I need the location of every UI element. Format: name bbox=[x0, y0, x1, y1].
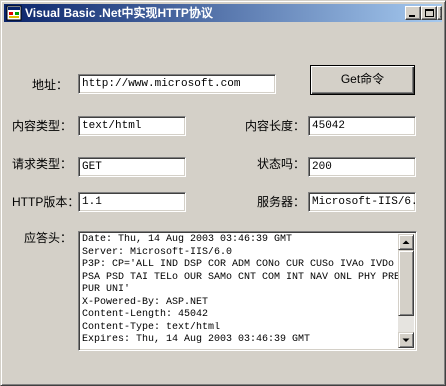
content-type-field[interactable]: text/html bbox=[78, 116, 186, 136]
arrow-up-icon bbox=[402, 240, 410, 244]
title-bar[interactable]: Visual Basic .Net中实现HTTP协议 bbox=[4, 4, 442, 22]
http-version-label: HTTP版本： bbox=[12, 195, 80, 209]
close-icon bbox=[440, 9, 441, 17]
maximize-button[interactable] bbox=[421, 6, 437, 20]
response-line: Content-Type: text/html bbox=[82, 321, 221, 333]
http-version-field[interactable]: 1.1 bbox=[78, 192, 186, 212]
response-line: Server: Microsoft-IIS/6.0 bbox=[82, 246, 233, 258]
response-header-text: Date: Thu, 14 Aug 2003 03:46:39 GMT Serv… bbox=[82, 234, 400, 347]
get-command-button[interactable]: Get命令 bbox=[310, 65, 415, 95]
response-line: Expires: Thu, 14 Aug 2003 03:46:39 GMT bbox=[82, 334, 311, 345]
response-line: P3P: CP='ALL IND DSP COR ADM CONo CUR CU… bbox=[82, 259, 395, 270]
request-type-label: 请求类型： bbox=[12, 157, 73, 171]
close-button[interactable] bbox=[437, 6, 442, 20]
response-line: Content-Length: 45042 bbox=[82, 309, 209, 320]
content-length-field[interactable]: 45042 bbox=[308, 116, 416, 136]
window-title: Visual Basic .Net中实现HTTP协议 bbox=[25, 6, 213, 20]
server-field[interactable]: Microsoft-IIS/6.0 bbox=[308, 192, 416, 212]
scroll-up-button[interactable] bbox=[398, 234, 414, 250]
response-header-label: 应答头： bbox=[24, 231, 73, 245]
response-line: PSA PSD TAI TELo OUR SAMo CNT COM INT NA… bbox=[82, 271, 400, 283]
response-line: X-Powered-By: ASP.NET bbox=[82, 296, 209, 308]
main-window: Visual Basic .Net中实现HTTP协议 地址： http://ww… bbox=[0, 0, 446, 386]
response-line: PUR UNI' bbox=[82, 284, 131, 295]
server-label: 服务器： bbox=[257, 195, 306, 209]
scroll-thumb[interactable] bbox=[398, 250, 414, 316]
response-line: Date: Thu, 14 Aug 2003 03:46:39 GMT bbox=[82, 234, 293, 245]
response-header-textarea[interactable]: Date: Thu, 14 Aug 2003 03:46:39 GMT Serv… bbox=[78, 231, 417, 351]
request-type-field[interactable]: GET bbox=[78, 157, 186, 177]
address-label: 地址： bbox=[32, 78, 69, 92]
vb-form-icon[interactable] bbox=[6, 5, 22, 21]
status-code-label: 状态吗： bbox=[257, 157, 306, 171]
content-type-label: 内容类型： bbox=[12, 119, 73, 133]
minimize-button[interactable] bbox=[405, 6, 421, 20]
scroll-down-button[interactable] bbox=[398, 332, 414, 348]
content-length-label: 内容长度： bbox=[245, 119, 306, 133]
maximize-icon bbox=[425, 9, 434, 17]
vertical-scrollbar[interactable] bbox=[398, 234, 414, 348]
arrow-down-icon bbox=[402, 338, 410, 342]
minimize-icon bbox=[409, 15, 415, 17]
status-code-field[interactable]: 200 bbox=[308, 157, 416, 177]
address-input[interactable]: http://www.microsoft.com bbox=[78, 74, 276, 94]
